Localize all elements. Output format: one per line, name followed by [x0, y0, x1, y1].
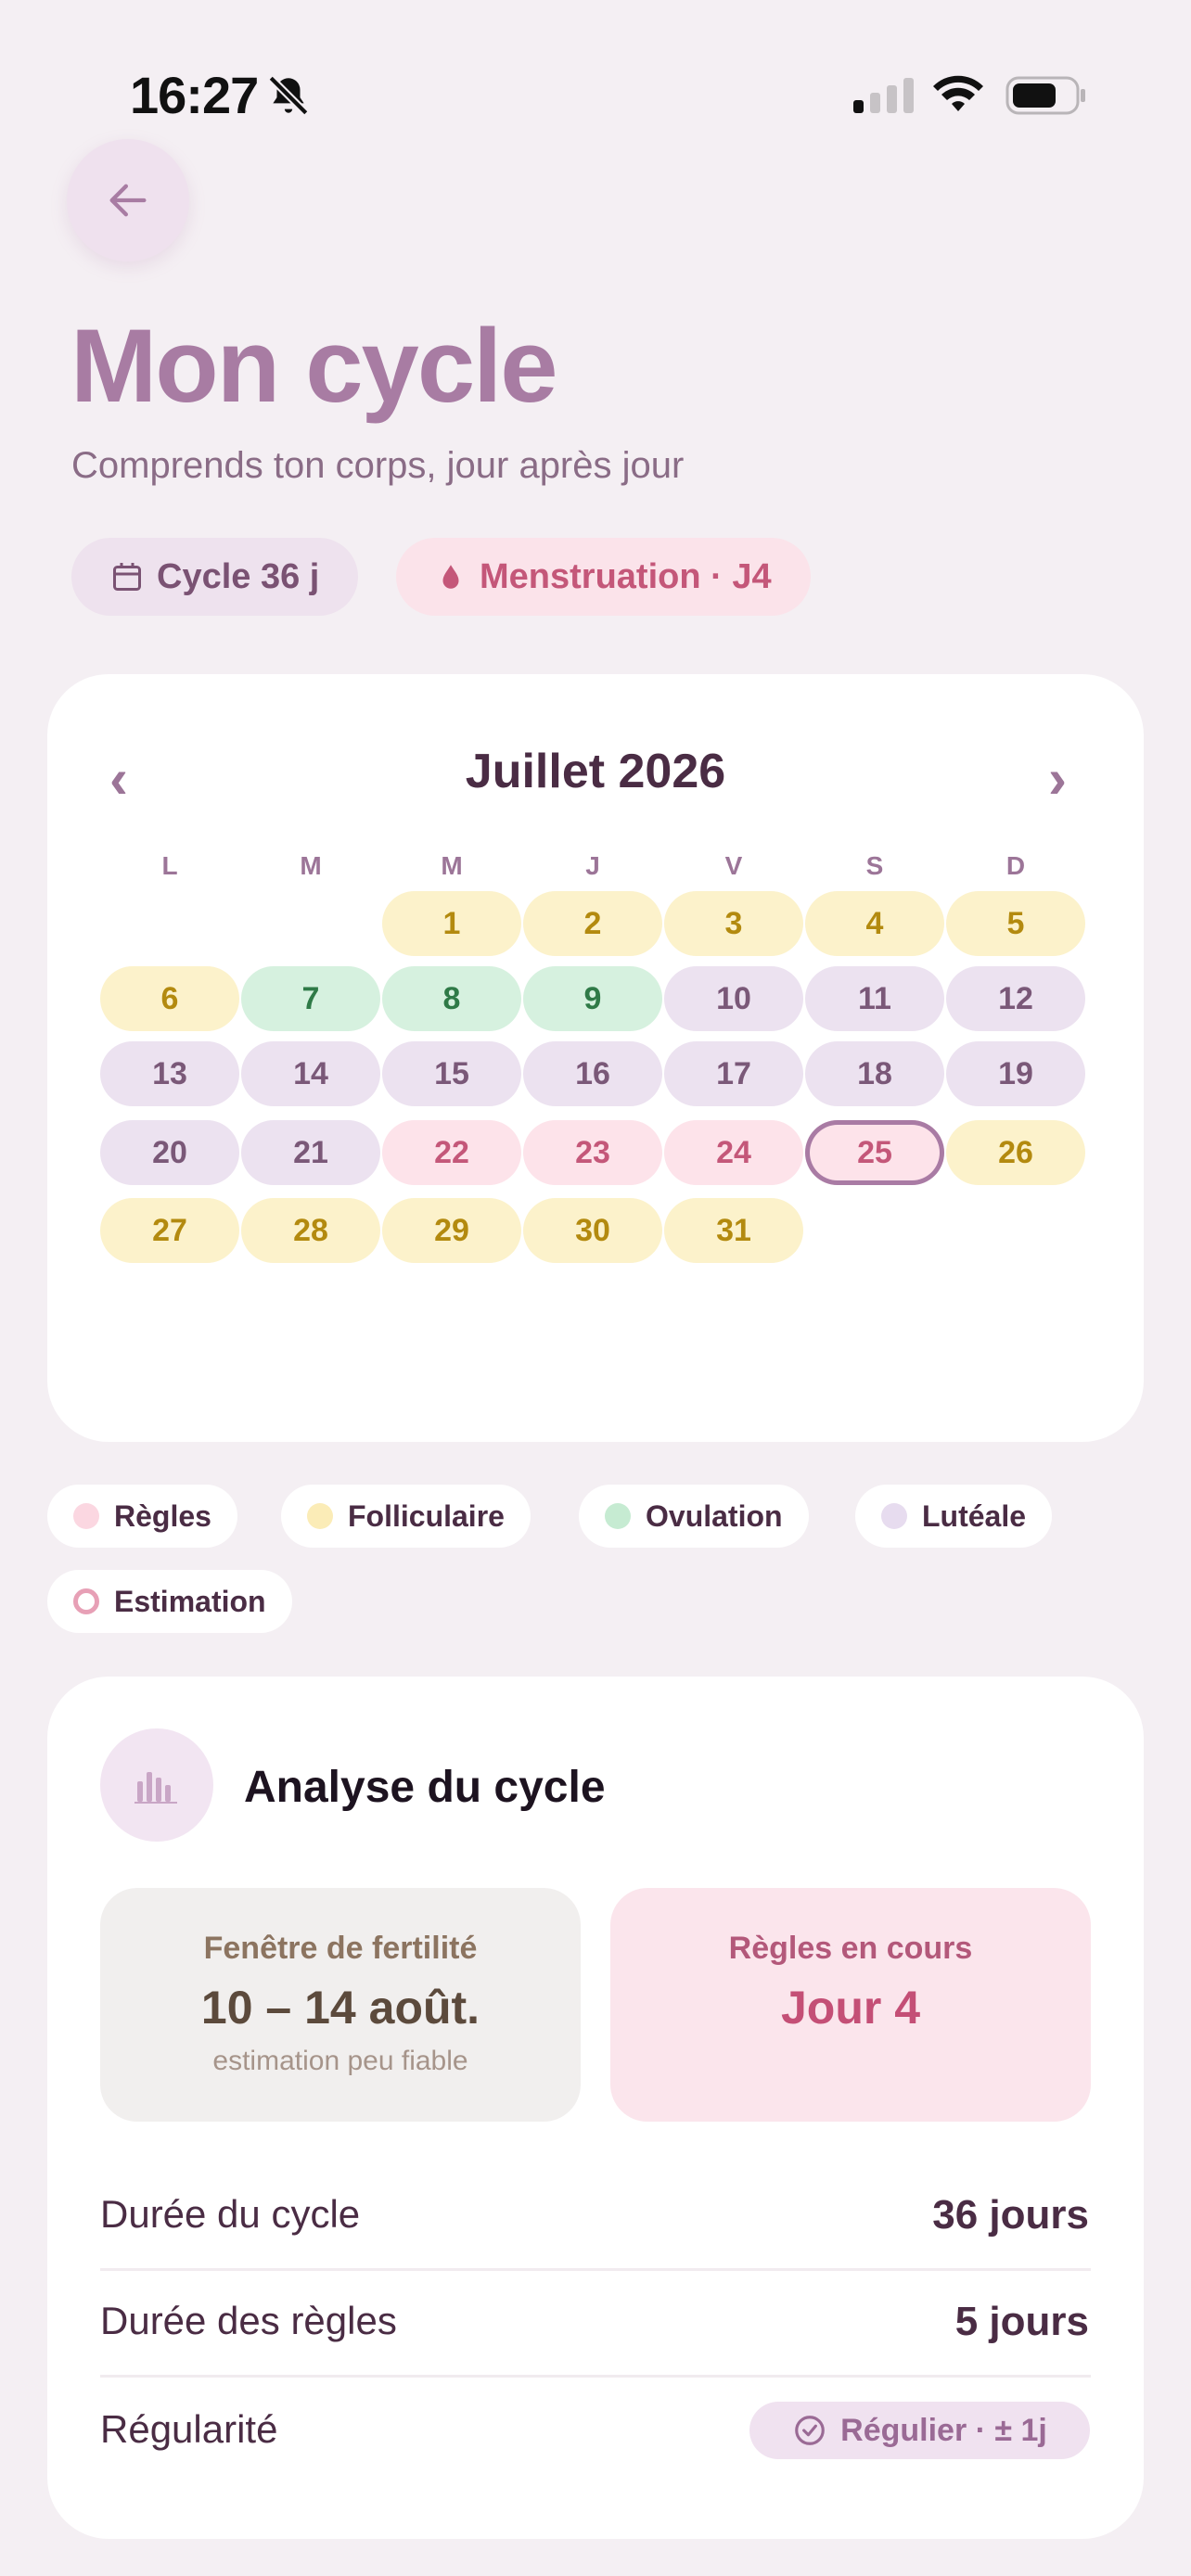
legend-regles-label: Règles [114, 1498, 211, 1533]
cycle-duration-value: 36 jours [932, 2192, 1089, 2238]
page-subtitle: Comprends ton corps, jour après jour [71, 445, 685, 486]
calendar-day[interactable]: 26 [946, 1120, 1085, 1185]
calendar-day[interactable]: 1 [382, 891, 521, 956]
fertility-window-box: Fenêtre de fertilité 10 – 14 août. estim… [100, 1888, 581, 2122]
calendar-day[interactable]: 8 [382, 966, 521, 1031]
period-duration-label: Durée des règles [100, 2299, 397, 2342]
period-duration-value: 5 jours [954, 2299, 1089, 2344]
calendar-day[interactable]: 31 [664, 1198, 803, 1263]
calendar-day[interactable]: 6 [100, 966, 239, 1031]
calendar-day[interactable]: 14 [241, 1041, 380, 1106]
regles-dot [73, 1503, 99, 1529]
calendar-day[interactable]: 19 [946, 1041, 1085, 1106]
calendar-day[interactable]: 13 [100, 1041, 239, 1106]
back-button[interactable] [67, 139, 189, 261]
period-value: Jour 4 [780, 1982, 921, 2034]
calendar-day[interactable]: 27 [100, 1198, 239, 1263]
calendar-day[interactable]: 16 [523, 1041, 662, 1106]
calendar-icon [113, 563, 141, 591]
bar-chart-icon [134, 1772, 177, 1804]
legend-ovulation: Ovulation [579, 1485, 809, 1548]
fertility-value: 10 – 14 août. [200, 1982, 480, 2034]
estimation-dot [73, 1588, 99, 1614]
weekday-label: S [865, 851, 884, 880]
phase-label: Menstruation · J4 [480, 556, 772, 596]
calendar-day[interactable]: 7 [241, 966, 380, 1031]
calendar-day[interactable]: 10 [664, 966, 803, 1031]
legend-luteale-label: Lutéale [922, 1498, 1027, 1533]
regularity-label: Régularité [100, 2407, 278, 2451]
calendar-day[interactable]: 5 [946, 891, 1085, 956]
next-month-button[interactable]: › [1048, 746, 1067, 810]
wifi-icon [931, 74, 985, 120]
legend-folliculaire: Folliculaire [281, 1485, 531, 1548]
calendar-day[interactable]: 4 [805, 891, 944, 956]
ovulation-dot [605, 1503, 631, 1529]
cycle-duration-label: Durée du cycle [100, 2192, 361, 2236]
calendar-day[interactable]: 28 [241, 1198, 380, 1263]
calendar-day[interactable]: 21 [241, 1120, 380, 1185]
calendar-day[interactable]: 2 [523, 891, 662, 956]
calendar-day[interactable]: 12 [946, 966, 1085, 1031]
page-title: Mon cycle [70, 308, 558, 424]
calendar-day[interactable]: 30 [523, 1198, 662, 1263]
legend-estimation-label: Estimation [114, 1584, 266, 1618]
legend-folliculaire-label: Folliculaire [348, 1498, 505, 1533]
calendar-day[interactable]: 11 [805, 966, 944, 1031]
calendar-day[interactable]: 20 [100, 1120, 239, 1185]
luteale-dot [881, 1503, 907, 1529]
calendar-day[interactable]: 15 [382, 1041, 521, 1106]
calendar-day[interactable]: 23 [523, 1120, 662, 1185]
calendar-day[interactable]: 3 [664, 891, 803, 956]
arrow-left-icon [109, 184, 147, 217]
divider [100, 2268, 1091, 2271]
cycle-length-chip: Cycle 36 j [71, 538, 359, 616]
legend-luteale: Lutéale [855, 1485, 1053, 1548]
analysis-title: Analyse du cycle [244, 1763, 606, 1812]
folliculaire-dot [307, 1503, 333, 1529]
calendar-day-today[interactable]: 25 [805, 1120, 944, 1185]
calendar-day[interactable]: 9 [523, 966, 662, 1031]
calendar-day[interactable]: 29 [382, 1198, 521, 1263]
analysis-icon-badge [100, 1728, 213, 1842]
calendar-day[interactable]: 22 [382, 1120, 521, 1185]
weekday-label: D [1005, 851, 1026, 880]
period-label: Règles en cours [728, 1931, 973, 1966]
regularity-value: Régulier · ± 1j [840, 2412, 1047, 2448]
legend-estimation: Estimation [47, 1570, 292, 1633]
cellular-signal-icon [853, 78, 914, 113]
battery-icon [1005, 76, 1087, 120]
phase-chip: Menstruation · J4 [396, 538, 811, 616]
divider [100, 2375, 1091, 2378]
status-time: 16:27 [130, 66, 259, 124]
month-title: Juillet 2026 [465, 745, 726, 798]
regularity-badge: Régulier · ± 1j [749, 2402, 1090, 2459]
period-status-box: Règles en cours Jour 4 [610, 1888, 1091, 2122]
weekday-label: M [300, 851, 322, 880]
bell-muted-icon [265, 72, 312, 123]
weekday-label: M [441, 851, 463, 880]
fertility-label: Fenêtre de fertilité [203, 1931, 478, 1966]
calendar-day[interactable]: 18 [805, 1041, 944, 1106]
legend-regles: Règles [47, 1485, 237, 1548]
calendar-day[interactable]: 24 [664, 1120, 803, 1185]
weekday-label: J [585, 851, 600, 880]
weekday-label: V [724, 851, 743, 880]
calendar-day[interactable]: 17 [664, 1041, 803, 1106]
check-circle-icon [795, 2416, 825, 2445]
drop-icon [442, 565, 459, 589]
weekday-label: L [161, 851, 178, 880]
cycle-length-label: Cycle 36 j [157, 556, 320, 596]
legend-ovulation-label: Ovulation [646, 1498, 783, 1533]
fertility-note: estimation peu fiable [212, 2046, 468, 2076]
